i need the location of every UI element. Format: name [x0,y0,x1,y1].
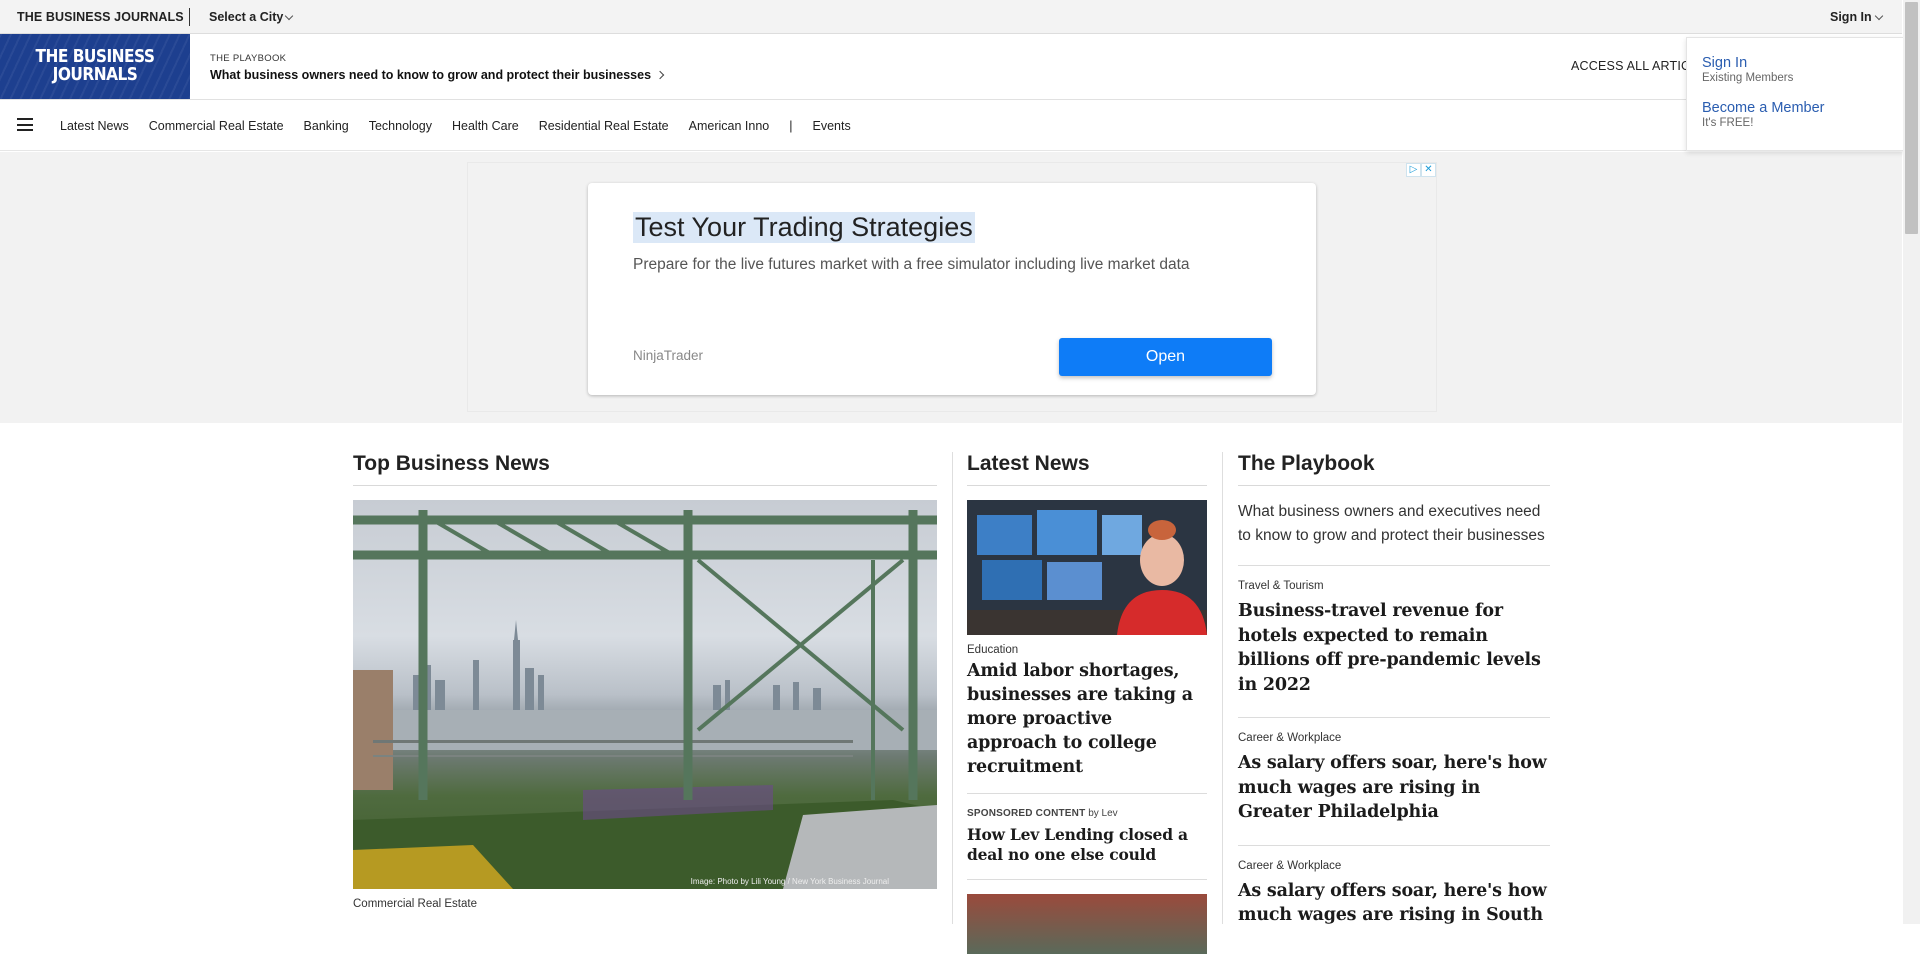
story-category[interactable]: Career & Workplace [1238,860,1550,872]
story-headline[interactable]: Business-travel revenue for hotels expec… [1238,599,1550,697]
playbook-column: The Playbook What business owners and ex… [1238,452,1550,948]
topbar-divider [189,8,190,26]
story-image[interactable] [967,894,1207,954]
sponsor-name: by Lev [1088,808,1118,819]
nav-item-banking[interactable]: Banking [304,119,349,133]
ad-advertiser: NinjaTrader [633,348,704,363]
dropdown-sign-in-link[interactable]: Sign In [1702,55,1793,71]
dropdown-sign-in-sub: Existing Members [1702,72,1794,84]
nav-item-american-inno[interactable]: American Inno [689,119,770,133]
playbook-story: Travel & Tourism Business-travel revenue… [1238,566,1550,718]
chevron-right-icon [655,70,665,80]
brand-link[interactable]: THE BUSINESS JOURNALS [17,10,184,24]
main-nav: Latest News Commercial Real Estate Banki… [0,100,1902,151]
dropdown-become-member-link[interactable]: Become a Member [1702,100,1825,116]
sign-in-label: Sign In [1830,10,1872,24]
section-title-latest-news: Latest News [967,452,1207,486]
story-category[interactable]: Education [967,644,1207,656]
story-headline[interactable]: As salary offers soar, here's how much w… [1238,879,1550,928]
city-selector-label: Select a City [209,10,284,24]
nav-items: Latest News Commercial Real Estate Banki… [60,100,871,151]
nav-item-commercial-real-estate[interactable]: Commercial Real Estate [149,119,284,133]
top-bar: THE BUSINESS JOURNALS Select a City Sign… [0,0,1902,34]
ad-description: Prepare for the live futures market with… [633,256,1190,273]
divider [967,793,1207,794]
latest-story-image[interactable] [967,500,1207,635]
nav-item-latest-news[interactable]: Latest News [60,119,129,133]
close-icon[interactable]: ✕ [1421,163,1436,177]
site-header: THE BUSINESS JOURNALS THE PLAYBOOK What … [0,34,1902,100]
site-logo[interactable]: THE BUSINESS JOURNALS [0,34,190,99]
sponsored-label: SPONSORED CONTENT by Lev [967,808,1207,819]
playbook-promo-link[interactable]: What business owners need to know to gro… [210,68,665,82]
dropdown-become-member[interactable]: Become a Member It's FREE! [1702,100,1825,129]
latest-news-column: Latest News Education Amid labor shortag… [967,452,1207,954]
dropdown-sign-in[interactable]: Sign In Existing Members [1702,55,1793,84]
ad-banner-area: ▷ ✕ Test Your Trading Strategies Prepare… [0,152,1902,423]
ad-choices[interactable]: ▷ ✕ [1406,163,1436,177]
chevron-down-icon [1874,11,1883,20]
image-credit: Image: Photo by Lili Young / New York Bu… [690,877,889,886]
story-headline[interactable]: Amid labor shortages, businesses are tak… [967,659,1207,779]
story-category[interactable]: Commercial Real Estate [353,898,937,910]
story-headline[interactable]: As salary offers soar, here's how much w… [1238,751,1550,825]
playbook-eyebrow: THE PLAYBOOK [210,53,287,64]
sponsored-headline[interactable]: How Lev Lending closed a deal no one els… [967,825,1207,865]
ad-choices-icon[interactable]: ▷ [1406,163,1421,177]
section-title-playbook: The Playbook [1238,452,1550,486]
playbook-promo-text: What business owners need to know to gro… [210,68,652,82]
sponsored-content-label: SPONSORED CONTENT [967,808,1086,819]
story-category[interactable]: Career & Workplace [1238,732,1550,744]
access-all-articles-link[interactable]: ACCESS ALL ARTICL [1571,59,1697,73]
top-business-news-column: Top Business News Image: Photo by Lili Y… [353,452,937,910]
ad-card[interactable]: Test Your Trading Strategies Prepare for… [588,183,1316,395]
ad-frame: ▷ ✕ Test Your Trading Strategies Prepare… [467,162,1437,412]
nav-item-residential-real-estate[interactable]: Residential Real Estate [539,119,669,133]
story-category[interactable]: Travel & Tourism [1238,580,1550,592]
sign-in-dropdown: Sign In Existing Members Become a Member… [1686,37,1904,151]
column-divider [1222,452,1223,924]
city-selector[interactable]: Select a City [209,10,294,24]
dropdown-become-member-sub: It's FREE! [1702,117,1754,129]
ad-title[interactable]: Test Your Trading Strategies [633,212,975,243]
nav-item-events[interactable]: Events [812,119,850,133]
playbook-description: What business owners and executives need… [1238,500,1550,566]
ad-open-button[interactable]: Open [1059,338,1272,376]
column-divider [952,452,953,924]
playbook-story: Career & Workplace As salary offers soar… [1238,718,1550,846]
nav-divider: | [789,118,793,133]
chevron-down-icon [285,11,294,20]
menu-icon[interactable] [17,118,33,131]
nav-item-health-care[interactable]: Health Care [452,119,519,133]
sign-in-menu[interactable]: Sign In [1830,10,1883,24]
section-title-top-business-news: Top Business News [353,452,937,486]
logo-line1: THE BUSINESS [35,47,155,67]
logo-line2: JOURNALS [52,65,138,85]
nav-item-technology[interactable]: Technology [369,119,432,133]
playbook-story: Career & Workplace As salary offers soar… [1238,846,1550,948]
hero-story-image[interactable]: Image: Photo by Lili Young / New York Bu… [353,500,937,889]
page-scrollbar[interactable] [1903,0,1920,924]
scrollbar-thumb[interactable] [1905,2,1918,234]
divider [967,879,1207,880]
